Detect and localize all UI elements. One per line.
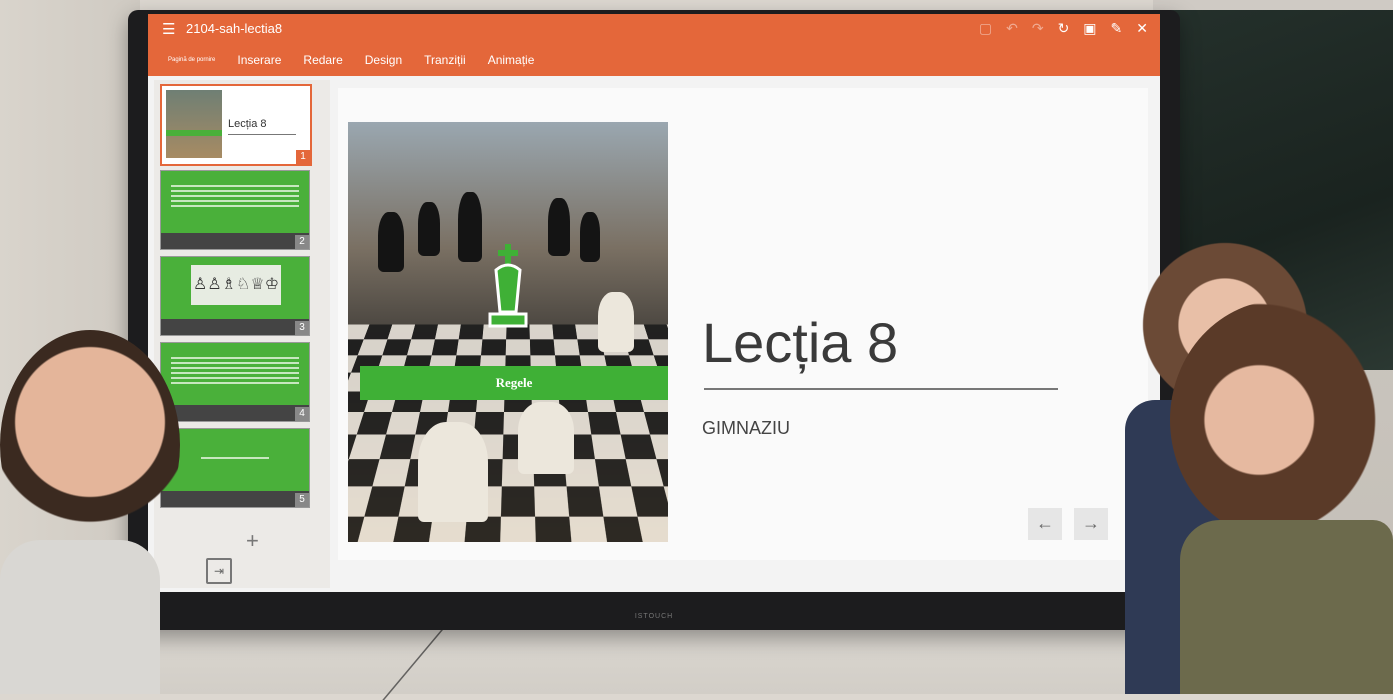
thumb-number: 3: [295, 321, 309, 335]
chessboard-image: [348, 324, 668, 542]
save-icon[interactable]: ▢: [979, 20, 992, 37]
previous-slide-button[interactable]: ←: [1028, 508, 1062, 540]
black-piece: [378, 212, 404, 272]
thumb-footer: [161, 233, 309, 249]
slides-panel: Lecția 8 1 2 ♙♙♗♘♕♔ 3 4 5 + ⇥: [154, 80, 330, 588]
add-slide-button[interactable]: +: [246, 528, 259, 554]
slide-thumb-4[interactable]: 4: [160, 342, 310, 422]
hamburger-menu-icon[interactable]: ☰: [162, 20, 175, 38]
tab-transitions[interactable]: Tranziții: [424, 53, 466, 67]
thumb-title: Lecția 8: [228, 118, 267, 130]
student-girl-front-jacket: [1180, 520, 1393, 694]
white-piece: [518, 402, 574, 474]
title-divider: [704, 388, 1058, 390]
toolbar-icons: ▢ ↶ ↷ ↻ ▣ ✎ ✕: [979, 20, 1148, 37]
tab-playback[interactable]: Redare: [303, 53, 342, 67]
slide-thumb-1[interactable]: Lecția 8 1: [160, 84, 312, 166]
student-girl-front: [1170, 300, 1393, 540]
thumb-footer: [161, 319, 309, 335]
thumb-chess-pieces: ♙♙♗♘♕♔: [191, 265, 281, 305]
slide-subtitle: GIMNAZIU: [702, 418, 790, 438]
present-icon[interactable]: ▣: [1083, 20, 1096, 37]
thumb-number: 1: [296, 150, 310, 164]
white-rook: [418, 422, 488, 522]
ribbon-tabs: Pagină de pornire Inserare Redare Design…: [148, 44, 1160, 76]
exit-icon[interactable]: ⇥: [206, 558, 232, 584]
thumb-number: 2: [295, 235, 309, 249]
rotate-icon[interactable]: ↻: [1058, 20, 1070, 37]
document-title: 2104-sah-lectia8: [186, 21, 283, 36]
next-slide-button[interactable]: →: [1074, 508, 1108, 540]
current-slide[interactable]: Regele Lecția 8 GIMNAZIU ← →: [338, 88, 1148, 560]
pen-icon[interactable]: ✎: [1111, 20, 1123, 37]
tab-home[interactable]: Pagină de pornire: [168, 57, 215, 63]
thumb-rule: [228, 134, 296, 135]
thumb-footer: [161, 491, 309, 507]
redo-icon[interactable]: ↷: [1032, 20, 1044, 37]
black-piece: [418, 202, 440, 256]
black-piece: [548, 198, 570, 256]
slide-thumb-3[interactable]: ♙♙♗♘♕♔ 3: [160, 256, 310, 336]
slide-banner: Regele: [360, 366, 668, 400]
chess-photo: Regele: [348, 122, 668, 542]
slide-thumb-2[interactable]: 2: [160, 170, 310, 250]
tab-animation[interactable]: Animație: [488, 53, 535, 67]
slide-title: Lecția 8: [702, 311, 899, 374]
title-bar: ☰ 2104-sah-lectia8 ▢ ↶ ↷ ↻ ▣ ✎ ✕: [148, 14, 1160, 44]
king-icon: [488, 244, 528, 328]
student-boy: [0, 330, 180, 560]
board-screen: ☰ 2104-sah-lectia8 ▢ ↶ ↷ ↻ ▣ ✎ ✕ Pagină …: [148, 14, 1160, 592]
tab-design[interactable]: Design: [365, 53, 402, 67]
board-brand-logo: ISTOUCH: [634, 613, 674, 620]
interactive-board: ☰ 2104-sah-lectia8 ▢ ↶ ↷ ↻ ▣ ✎ ✕ Pagină …: [128, 10, 1180, 630]
thumb-number: 5: [295, 493, 309, 507]
close-icon[interactable]: ✕: [1136, 20, 1148, 37]
tab-insert[interactable]: Inserare: [237, 53, 281, 67]
undo-icon[interactable]: ↶: [1006, 20, 1018, 37]
thumb-footer: [161, 405, 309, 421]
slide-thumb-5[interactable]: 5: [160, 428, 310, 508]
thumb-chess-image: [166, 90, 222, 158]
white-piece: [598, 292, 634, 352]
student-boy-hoodie: [0, 540, 160, 694]
thumb-number: 4: [295, 407, 309, 421]
black-piece: [580, 212, 600, 262]
